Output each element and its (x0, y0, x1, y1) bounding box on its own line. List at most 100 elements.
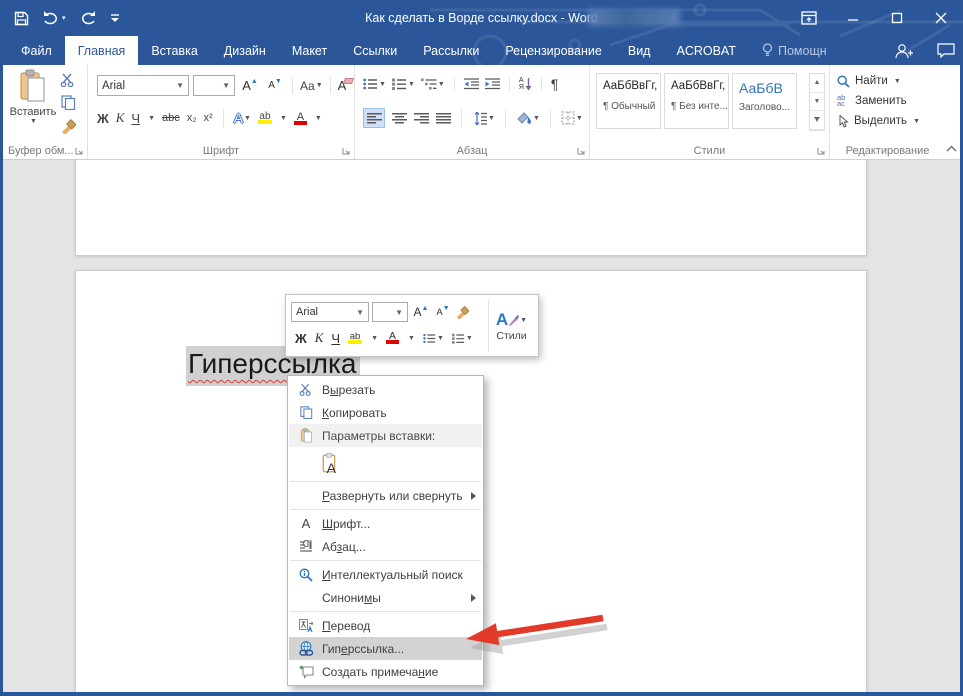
format-painter-button[interactable] (60, 118, 76, 134)
comments-icon[interactable] (937, 43, 955, 58)
maximize-button[interactable] (875, 0, 919, 36)
mini-format-painter-button[interactable] (455, 305, 469, 319)
redo-button[interactable] (80, 11, 96, 25)
clipboard-dialog-launcher[interactable] (74, 146, 84, 156)
menu-item-new-comment[interactable]: Создать примечание (289, 660, 482, 683)
mini-underline-button[interactable]: Ч (331, 331, 340, 346)
page-1[interactable] (75, 160, 867, 256)
styles-scroll-up-button[interactable]: ▲ (810, 74, 824, 93)
paste-button[interactable]: Вставить ▼ (9, 69, 57, 141)
shading-button[interactable]: ▼ (516, 111, 540, 125)
styles-dialog-launcher[interactable] (816, 146, 826, 156)
text-effects-button[interactable]: А ▼ (234, 110, 251, 126)
paragraph-dialog-launcher[interactable] (576, 146, 586, 156)
font-dialog-launcher[interactable] (341, 146, 351, 156)
tab-file[interactable]: Файл (8, 36, 65, 65)
borders-button[interactable]: ▼ (561, 111, 583, 125)
mini-highlight-button[interactable]: ab (348, 331, 363, 344)
mini-grow-font-button[interactable]: А ▲ (411, 305, 431, 320)
paste-dropdown-arrow[interactable]: ▼ (10, 118, 57, 125)
minimize-button[interactable] (831, 0, 875, 36)
mini-highlight-dropdown-arrow[interactable]: ▼ (371, 335, 378, 342)
font-color-button[interactable]: А (293, 111, 307, 125)
font-size-combo[interactable]: ▼ (193, 75, 235, 96)
font-size-dropdown-arrow[interactable]: ▼ (222, 81, 230, 90)
mini-font-color-dropdown-arrow[interactable]: ▼ (408, 335, 415, 342)
cut-button[interactable] (60, 73, 76, 87)
highlight-dropdown-arrow[interactable]: ▼ (280, 115, 287, 122)
change-case-button[interactable]: Aa ▼ (300, 79, 323, 93)
styles-scroll-down-button[interactable]: ▼ (810, 93, 824, 112)
font-color-dropdown-arrow[interactable]: ▼ (315, 115, 322, 122)
text-highlight-button[interactable]: ab (257, 112, 272, 124)
tab-design[interactable]: Дизайн (211, 36, 279, 65)
mini-font-color-button[interactable]: А (386, 331, 399, 344)
select-button[interactable]: Выделить ▼ (830, 111, 945, 131)
multilevel-list-button[interactable]: ▼ (420, 78, 445, 90)
tab-insert[interactable]: Вставка (138, 36, 210, 65)
decrease-indent-button[interactable] (463, 78, 479, 90)
menu-item-smart-lookup[interactable]: Интеллектуальный поиск (289, 563, 482, 586)
styles-gallery-more-button[interactable]: ▼ (810, 111, 824, 131)
style-no-spacing[interactable]: АаБбВвГг, ¶ Без инте... (664, 73, 729, 129)
subscript-button[interactable]: x₂ (187, 112, 197, 124)
clear-formatting-button[interactable]: А (338, 78, 355, 93)
shrink-font-button[interactable]: А ▼ (265, 78, 285, 91)
save-button[interactable] (14, 11, 29, 26)
tab-mailings[interactable]: Рассылки (410, 36, 492, 65)
paste-keep-text-only-button[interactable]: A (322, 450, 349, 477)
increase-indent-button[interactable] (484, 78, 500, 90)
italic-button[interactable]: К (116, 110, 125, 126)
close-button[interactable] (919, 0, 963, 36)
underline-button[interactable]: Ч (131, 111, 140, 126)
replace-button[interactable]: ab ac Заменить (830, 91, 945, 111)
mini-numbering-button[interactable]: ▼ (451, 333, 473, 344)
strikethrough-button[interactable]: abc (162, 112, 180, 124)
menu-item-expand-collapse[interactable]: Развернуть или свернуть (289, 484, 482, 507)
bullets-button[interactable]: ▼ (363, 78, 386, 90)
undo-button[interactable]: ▾ (43, 11, 66, 25)
menu-item-cut[interactable]: Вырезать (289, 378, 482, 401)
tab-references[interactable]: Ссылки (340, 36, 410, 65)
collapse-ribbon-button[interactable] (946, 143, 957, 155)
mini-italic-button[interactable]: К (315, 330, 324, 346)
superscript-button[interactable]: x² (204, 112, 213, 124)
mini-font-size-combo[interactable]: ▼ (372, 302, 408, 322)
tab-layout[interactable]: Макет (279, 36, 340, 65)
font-name-combo[interactable]: Arial ▼ (97, 75, 189, 96)
customize-qat-button[interactable] (110, 13, 120, 23)
grow-font-button[interactable]: А ▲ (239, 78, 261, 93)
align-right-button[interactable] (414, 112, 429, 124)
tab-home[interactable]: Главная (64, 36, 139, 65)
copy-button[interactable] (60, 95, 76, 110)
menu-item-font[interactable]: A Шрифт... (289, 512, 482, 535)
document-area[interactable]: Гиперссылка Arial ▼ ▼ А ▲ А ▼ Ж К Ч ab ▼… (3, 160, 960, 692)
mini-styles-button[interactable]: А ▼ Стили (488, 300, 534, 352)
mini-font-name-combo[interactable]: Arial ▼ (291, 302, 369, 322)
mini-shrink-font-button[interactable]: А ▼ (434, 305, 452, 318)
justify-button[interactable] (436, 112, 451, 124)
find-button[interactable]: Найти ▼ (830, 71, 945, 91)
menu-item-hyperlink[interactable]: Гиперссылка... (289, 637, 482, 660)
show-paragraph-marks-button[interactable]: ¶ (551, 76, 559, 92)
ribbon-display-options-button[interactable] (787, 0, 831, 36)
menu-item-paragraph[interactable]: Абзац... (289, 535, 482, 558)
bold-button[interactable]: Ж (97, 111, 109, 126)
tab-acrobat[interactable]: ACROBAT (663, 36, 749, 65)
sort-button[interactable]: А Я (519, 77, 532, 91)
style-normal[interactable]: АаБбВвГг, ¶ Обычный (596, 73, 661, 129)
underline-dropdown-arrow[interactable]: ▼ (148, 115, 155, 122)
menu-item-copy[interactable]: Копировать (289, 401, 482, 424)
tab-review[interactable]: Рецензирование (492, 36, 615, 65)
tab-view[interactable]: Вид (615, 36, 664, 65)
mini-bold-button[interactable]: Ж (295, 331, 307, 346)
style-heading1[interactable]: АаБбВ Заголово... (732, 73, 797, 129)
numbering-button[interactable]: ▼ (391, 78, 415, 90)
menu-item-translate[interactable]: Перевод (289, 614, 482, 637)
undo-dropdown-arrow[interactable]: ▾ (62, 14, 66, 22)
share-icon[interactable] (894, 43, 913, 59)
mini-bullets-button[interactable]: ▼ (423, 333, 444, 344)
tab-tell-me[interactable]: Помощн (749, 36, 840, 65)
align-center-button[interactable] (392, 112, 407, 124)
font-name-dropdown-arrow[interactable]: ▼ (176, 81, 184, 90)
